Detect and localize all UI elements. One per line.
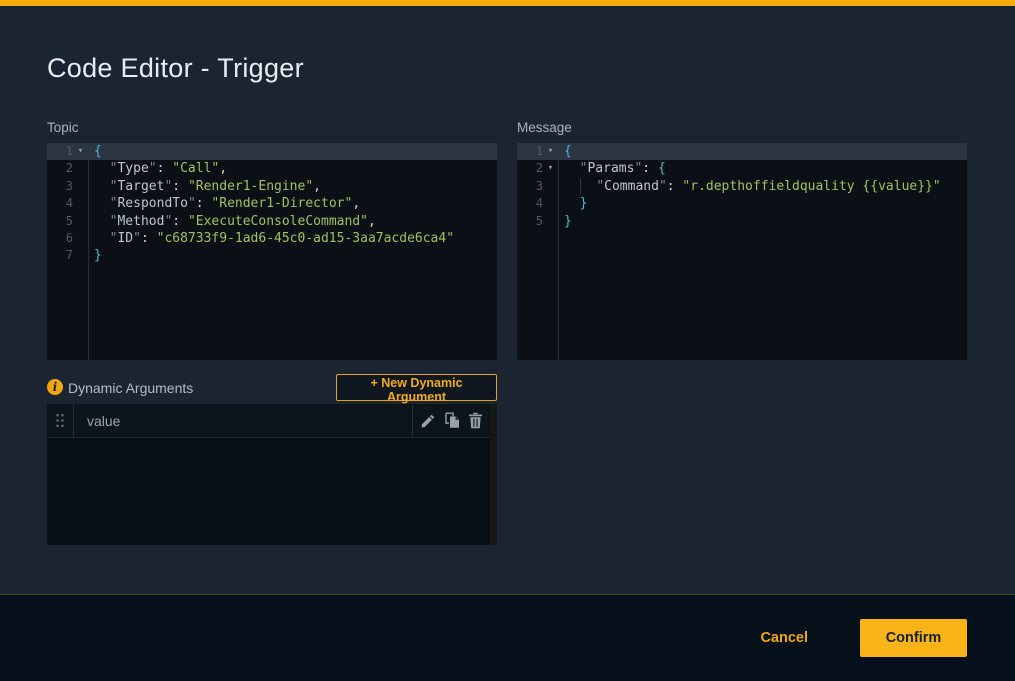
row-actions xyxy=(412,404,490,437)
topic-code-editor[interactable]: 1▾{2 "Type": "Call",3 "Target": "Render1… xyxy=(47,143,497,360)
line-number: 5 xyxy=(517,213,543,230)
code-text: "RespondTo": "Render1-Director", xyxy=(88,195,360,212)
code-line: 1▾{ xyxy=(47,143,497,160)
confirm-button[interactable]: Confirm xyxy=(860,619,967,657)
code-text: { xyxy=(558,143,572,160)
code-line: 2 "Type": "Call", xyxy=(47,160,497,177)
code-line: 2▾ "Params": { xyxy=(517,160,967,177)
dynamic-argument-name: value xyxy=(74,404,412,437)
line-number: 4 xyxy=(47,195,73,212)
code-text: } xyxy=(558,213,572,230)
line-number: 4 xyxy=(517,195,543,212)
code-line: 3 "Command": "r.depthoffieldquality {{va… xyxy=(517,178,967,195)
accent-topbar xyxy=(0,0,1015,6)
code-line: 1▾{ xyxy=(517,143,967,160)
line-number: 3 xyxy=(517,178,543,195)
dynamic-arguments-label: Dynamic Arguments xyxy=(68,380,193,396)
line-number: 2 xyxy=(517,160,543,177)
message-code-editor[interactable]: 1▾{2▾ "Params": {3 "Command": "r.depthof… xyxy=(517,143,967,360)
fold-spacer xyxy=(73,213,88,230)
fold-spacer xyxy=(73,195,88,212)
fold-arrow-icon[interactable]: ▾ xyxy=(73,143,88,160)
edit-pencil-icon[interactable] xyxy=(420,413,436,429)
code-text: "ID": "c68733f9-1ad6-45c0-ad15-3aa7acde6… xyxy=(88,230,454,247)
info-icon: i xyxy=(47,379,63,395)
code-line: 3 "Target": "Render1-Engine", xyxy=(47,178,497,195)
code-line: 5} xyxy=(517,213,967,230)
fold-spacer xyxy=(543,195,558,212)
line-number: 6 xyxy=(47,230,73,247)
code-line: 5 "Method": "ExecuteConsoleCommand", xyxy=(47,213,497,230)
cancel-button[interactable]: Cancel xyxy=(754,629,814,647)
code-text: { xyxy=(88,143,102,160)
new-dynamic-argument-button[interactable]: + New Dynamic Argument xyxy=(336,374,497,401)
code-text: "Params": { xyxy=(558,160,666,177)
message-label: Message xyxy=(517,120,572,135)
code-text: "Method": "ExecuteConsoleCommand", xyxy=(88,213,376,230)
copy-icon[interactable] xyxy=(444,412,461,429)
fold-spacer xyxy=(543,213,558,230)
code-line: 4 } xyxy=(517,195,967,212)
line-number: 3 xyxy=(47,178,73,195)
fold-arrow-icon[interactable]: ▾ xyxy=(543,160,558,177)
scrollbar-track[interactable] xyxy=(490,404,497,545)
trash-icon[interactable] xyxy=(468,412,483,429)
code-line: 7} xyxy=(47,247,497,264)
topic-label: Topic xyxy=(47,120,79,135)
fold-spacer xyxy=(73,160,88,177)
page-title: Code Editor - Trigger xyxy=(47,53,304,84)
code-line: 6 "ID": "c68733f9-1ad6-45c0-ad15-3aa7acd… xyxy=(47,230,497,247)
line-number: 2 xyxy=(47,160,73,177)
dialog-footer: Cancel Confirm xyxy=(0,594,1015,681)
fold-spacer xyxy=(73,230,88,247)
drag-handle-icon[interactable] xyxy=(47,404,74,437)
code-text: } xyxy=(558,195,587,212)
fold-spacer xyxy=(543,178,558,195)
line-number: 1 xyxy=(517,143,543,160)
dynamic-arguments-panel: value xyxy=(47,404,497,545)
line-number: 5 xyxy=(47,213,73,230)
fold-spacer xyxy=(73,178,88,195)
line-number: 1 xyxy=(47,143,73,160)
code-line: 4 "RespondTo": "Render1-Director", xyxy=(47,195,497,212)
fold-spacer xyxy=(73,247,88,264)
code-editor-dialog: Code Editor - Trigger Topic Message 1▾{2… xyxy=(0,0,1015,681)
code-text: "Target": "Render1-Engine", xyxy=(88,178,321,195)
fold-arrow-icon[interactable]: ▾ xyxy=(543,143,558,160)
code-text: "Command": "r.depthoffieldquality {{valu… xyxy=(558,178,941,195)
dynamic-argument-row: value xyxy=(47,404,490,438)
code-text: } xyxy=(88,247,102,264)
line-number: 7 xyxy=(47,247,73,264)
code-text: "Type": "Call", xyxy=(88,160,227,177)
